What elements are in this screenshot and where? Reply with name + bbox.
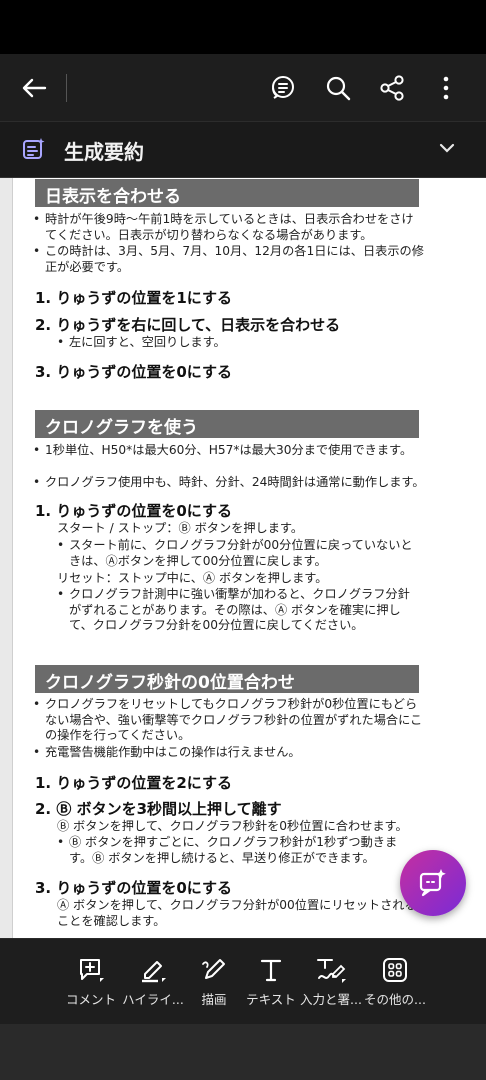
start-stop-text: スタート / ストップ：Ⓑ ボタンを押します。 (57, 521, 304, 535)
ai-summary-icon (22, 138, 46, 164)
step-note: • スタート前に、クロノグラフ分針が00分位置に戻っていないときは、Ⓐボタンを押し… (57, 538, 413, 568)
step-heading: 3. りゅうずの位置を0にする (35, 879, 232, 897)
comment-add-icon (58, 955, 124, 985)
step-heading: 2. りゅうずを右に回して、日表示を合わせる (35, 316, 341, 334)
step-line: Ⓐ ボタンを押して、クロノグラフ分針が00位置にリセットされることを確認します。 (57, 898, 417, 928)
text-icon (238, 955, 304, 985)
reset-text: リセット：ストップ中に、Ⓐ ボタンを押します。 (57, 571, 328, 585)
search-icon[interactable] (318, 68, 358, 108)
toolbar-separator (66, 74, 67, 102)
tool-fill-sign[interactable]: 入力と署... (298, 955, 364, 1015)
top-toolbar (0, 54, 486, 122)
bullet-item: • 時計が午後9時〜午前1時を示しているときは、日表示合わせをさけてください。日表… (33, 212, 414, 242)
fill-sign-icon (298, 955, 364, 985)
step-heading: 3. りゅうずの位置を0にする (35, 363, 232, 381)
tool-highlight[interactable]: ハイライ... (120, 955, 186, 1015)
summary-chat-icon[interactable] (262, 68, 302, 108)
highlighter-icon (120, 955, 186, 985)
section-heading: 日表示を合わせる (35, 179, 419, 207)
bullet-item: • クロノグラフ使用中も、時針、分針、24時間針は通常に動作します。 (33, 475, 425, 489)
ai-assist-fab[interactable] (400, 850, 466, 916)
summary-label: 生成要約 (64, 140, 144, 164)
bullet-item: • 1秒単位、H50*は最大60分、H57*は最大30分まで使用できます。 (33, 443, 413, 457)
tool-text[interactable]: テキスト (238, 955, 304, 1015)
status-bar (0, 0, 486, 54)
step-note: • クロノグラフ計測中に強い衝撃が加わると、クロノグラフ分針がずれることがあります… (57, 587, 410, 632)
back-arrow-icon[interactable] (14, 68, 54, 108)
document-viewer[interactable]: 日表示を合わせる • 時計が午後9時〜午前1時を示しているときは、日表示合わせをさ… (0, 178, 486, 938)
more-vert-icon[interactable] (426, 68, 466, 108)
step-heading: 1. りゅうずの位置を0にする (35, 502, 232, 520)
section-heading: クロノグラフを使う (35, 410, 419, 438)
share-icon[interactable] (372, 68, 412, 108)
ai-sparkle-chat-icon (419, 869, 446, 897)
grid-more-icon (362, 955, 428, 985)
bullet-item: • この時計は、3月、5月、7月、10月、12月の各1日には、日表示の修正が必要で… (33, 244, 424, 274)
step-note: • 左に回すと、空回りします。 (57, 335, 226, 349)
generate-summary-bar[interactable]: 生成要約 (0, 122, 486, 178)
tool-more[interactable]: その他の... (362, 955, 428, 1015)
document-page: 日表示を合わせる • 時計が午後9時〜午前1時を示しているときは、日表示合わせをさ… (12, 178, 486, 938)
bullet-item: • クロノグラフをリセットしてもクロノグラフ秒針が0秒位置にもどらない場合や、強い… (33, 697, 423, 742)
step-heading: 2. Ⓑ ボタンを3秒間以上押して離す (35, 800, 282, 818)
step-note: • Ⓑ ボタンを押すごとに、クロノグラフ秒針が1秒ずつ動きます。Ⓑ ボタンを押し続… (57, 835, 398, 865)
chevron-down-icon[interactable] (438, 140, 456, 159)
step-heading: 1. りゅうずの位置を1にする (35, 289, 232, 307)
section-heading: クロノグラフ秒針の0位置合わせ (35, 665, 419, 693)
step-line: Ⓑ ボタンを押して、クロノグラフ秒針を0秒位置に合わせます。 (57, 819, 408, 833)
bottom-toolbar: コメント ハイライ... 描画 テキスト 入力と署... その他の... (0, 938, 486, 1024)
system-navigation-area (0, 1024, 486, 1080)
bullet-item: • 充電警告機能作動中はこの操作は行えません。 (33, 745, 301, 759)
step-heading: 1. りゅうずの位置を2にする (35, 774, 232, 792)
tool-comment[interactable]: コメント (58, 955, 124, 1015)
